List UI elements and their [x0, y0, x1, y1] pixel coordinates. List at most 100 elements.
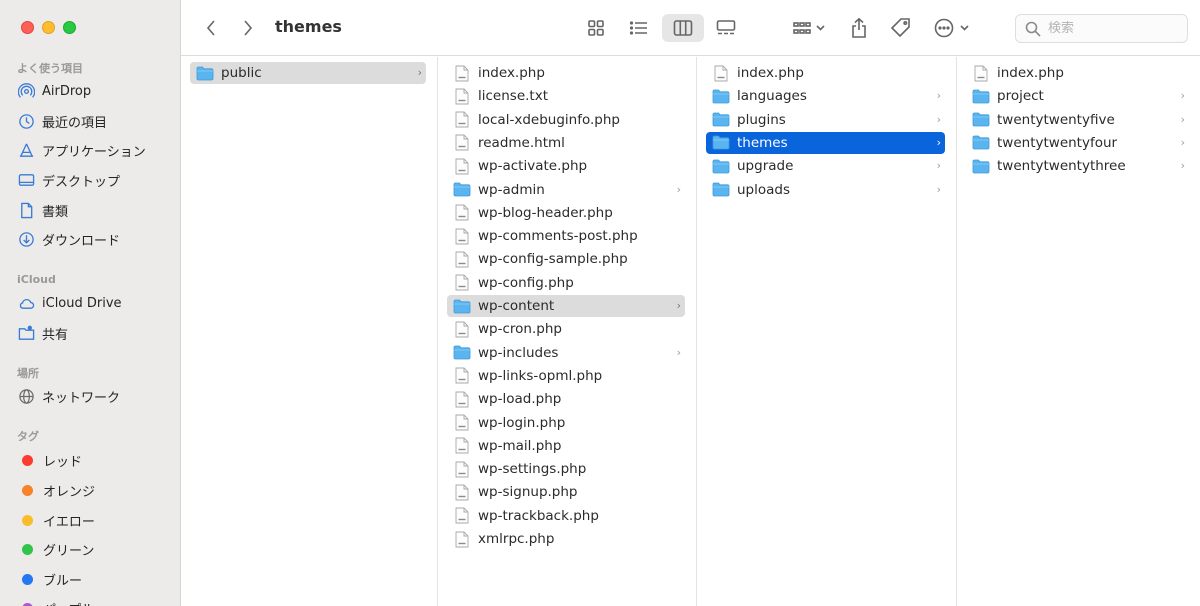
sidebar-item-label: iCloud Drive	[42, 295, 122, 311]
file-icon	[453, 483, 471, 501]
folder-row[interactable]: wp-content ›	[447, 295, 685, 317]
file-row[interactable]: wp-signup.php	[447, 481, 685, 503]
folder-row[interactable]: public ›	[190, 62, 426, 84]
item-name: readme.html	[478, 134, 565, 151]
file-row[interactable]: license.txt	[447, 85, 685, 107]
folder-row[interactable]: upgrade ›	[706, 155, 945, 177]
file-row[interactable]: local-xdebuginfo.php	[447, 109, 685, 131]
folder-row[interactable]: uploads ›	[706, 179, 945, 201]
item-name: wp-includes	[478, 344, 559, 361]
minimize-window-button[interactable]	[42, 21, 55, 34]
applications-icon	[17, 141, 35, 159]
file-row[interactable]: wp-cron.php	[447, 318, 685, 340]
file-row[interactable]: wp-config.php	[447, 272, 685, 294]
file-row[interactable]: wp-settings.php	[447, 458, 685, 480]
sidebar-item-favorite[interactable]: デスクトップ	[17, 168, 120, 192]
group-by-icon	[793, 22, 825, 34]
share-button[interactable]	[845, 14, 873, 42]
sidebar-item-tag[interactable]: イエロー	[17, 508, 95, 532]
back-button[interactable]	[199, 14, 223, 42]
sidebar-item-icloud[interactable]: 共有	[17, 321, 68, 345]
file-row[interactable]: wp-trackback.php	[447, 505, 685, 527]
sidebar-item-favorite[interactable]: 書類	[17, 198, 68, 222]
folder-row[interactable]: twentytwentyfive ›	[966, 109, 1189, 131]
search-field[interactable]	[1015, 14, 1188, 43]
file-row[interactable]: index.php	[447, 62, 685, 84]
file-row[interactable]: wp-blog-header.php	[447, 202, 685, 224]
file-icon	[453, 390, 471, 408]
file-row[interactable]: wp-activate.php	[447, 155, 685, 177]
tag-color-dot	[22, 573, 33, 585]
folder-row[interactable]: wp-includes ›	[447, 342, 685, 364]
sidebar-item-label: 書類	[42, 204, 69, 220]
browser-column-4: index.php project › twentytwentyfive › twenty…	[957, 57, 1200, 606]
folder-row[interactable]: project ›	[966, 85, 1189, 107]
item-name: twentytwentyfive	[997, 111, 1115, 128]
file-row[interactable]: wp-comments-post.php	[447, 225, 685, 247]
file-row[interactable]: index.php	[706, 62, 945, 84]
folder-icon	[712, 134, 730, 152]
tag-color-dot	[22, 602, 33, 606]
list-view-button[interactable]	[624, 14, 654, 42]
chevron-right-icon: ›	[936, 112, 941, 126]
file-icon	[453, 250, 471, 268]
folder-row[interactable]: languages ›	[706, 85, 945, 107]
column-view-button[interactable]	[662, 14, 704, 42]
file-row[interactable]: wp-config-sample.php	[447, 248, 685, 270]
sidebar-item-label: イエロー	[43, 514, 95, 530]
sidebar-item-icloud[interactable]: iCloud Drive	[17, 291, 122, 315]
sidebar-item-favorite[interactable]: 最近の項目	[17, 109, 107, 133]
item-name: wp-comments-post.php	[478, 228, 638, 245]
icon-view-icon	[588, 20, 604, 36]
sidebar-item-tag[interactable]: パープル	[17, 596, 94, 606]
file-icon	[453, 87, 471, 105]
sidebar-item-favorite[interactable]: AirDrop	[17, 79, 91, 103]
gallery-view-button[interactable]	[711, 14, 741, 42]
folder-icon	[712, 157, 730, 175]
file-row[interactable]: wp-links-opml.php	[447, 365, 685, 387]
folder-row[interactable]: wp-admin ›	[447, 179, 685, 201]
file-row[interactable]: wp-mail.php	[447, 435, 685, 457]
search-icon	[1025, 21, 1041, 37]
folder-row[interactable]: twentytwentyfour ›	[966, 132, 1189, 154]
chevron-right-icon: ›	[936, 135, 941, 149]
sidebar-item-favorite[interactable]: アプリケーション	[17, 138, 146, 162]
sidebar-item-tag[interactable]: グリーン	[17, 537, 94, 561]
more-actions-button[interactable]	[933, 14, 973, 42]
icon-view-button[interactable]	[581, 14, 611, 42]
file-row[interactable]: index.php	[966, 62, 1189, 84]
toolbar: themes	[181, 0, 1200, 56]
sidebar-item-tag[interactable]: オレンジ	[17, 478, 95, 502]
sidebar-item-tag[interactable]: レッド	[17, 448, 82, 472]
folder-icon	[972, 111, 990, 129]
file-icon	[453, 134, 471, 152]
chevron-right-icon: ›	[936, 89, 941, 103]
chevron-right-icon	[244, 20, 253, 36]
item-name: xmlrpc.php	[478, 531, 555, 547]
folder-icon	[972, 134, 990, 152]
close-window-button[interactable]	[21, 21, 34, 34]
folder-row[interactable]: plugins ›	[706, 109, 945, 131]
chevron-right-icon: ›	[1180, 135, 1185, 149]
folder-row[interactable]: themes ›	[706, 131, 945, 154]
item-name: wp-trackback.php	[478, 507, 599, 524]
search-input[interactable]	[1048, 21, 1178, 36]
sidebar-item-network[interactable]: ネットワーク	[17, 384, 120, 408]
folder-row[interactable]: twentytwentythree ›	[966, 155, 1189, 177]
group-by-button[interactable]	[787, 14, 831, 42]
ellipsis-circle-icon	[934, 18, 969, 38]
sidebar-item-tag[interactable]: ブルー	[17, 567, 82, 591]
tag-button[interactable]	[887, 14, 915, 42]
forward-button[interactable]	[236, 14, 260, 42]
item-name: uploads	[737, 181, 791, 198]
file-row[interactable]: wp-login.php	[447, 412, 685, 434]
file-row[interactable]: wp-load.php	[447, 388, 685, 410]
zoom-window-button[interactable]	[63, 21, 76, 34]
chevron-right-icon: ›	[417, 66, 422, 79]
file-icon	[453, 111, 471, 129]
item-name: project	[997, 88, 1044, 105]
file-row[interactable]: readme.html	[447, 132, 685, 154]
share-icon	[852, 17, 866, 38]
file-row[interactable]: xmlrpc.php	[447, 528, 685, 550]
sidebar-item-favorite[interactable]: ダウンロード	[17, 227, 120, 251]
